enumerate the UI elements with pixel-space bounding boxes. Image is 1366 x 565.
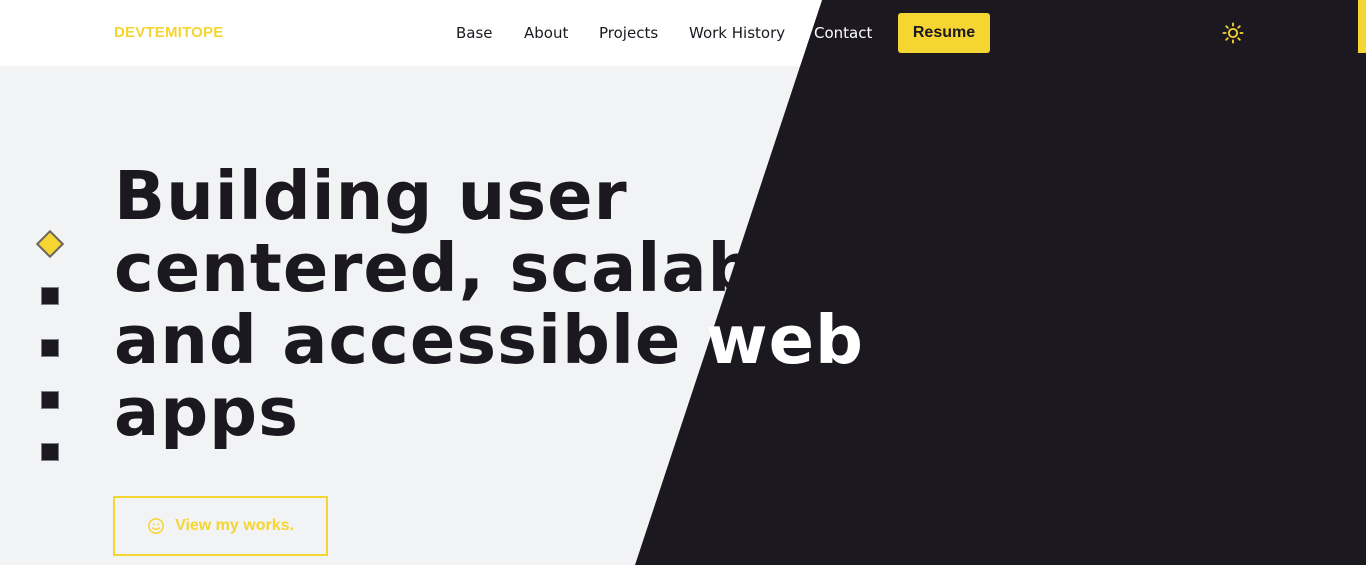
headline-line-2: centered, scalable, (114, 232, 874, 304)
headline-line-4: apps (114, 373, 300, 451)
headline-line-1: Building user (114, 157, 628, 235)
section-indicators (35, 229, 65, 470)
headline-line-3: and accessible web (114, 304, 874, 376)
view-works-label: View my works. (175, 517, 294, 534)
nav-link-contact[interactable]: Contact (814, 24, 872, 42)
smiley-icon (148, 518, 164, 534)
headline-line-3-start: and accessible (114, 301, 706, 379)
right-edge-accent (1358, 0, 1366, 53)
section-indicator[interactable] (41, 391, 59, 409)
section-indicator-active[interactable] (35, 229, 65, 259)
headline-line-2-text: centered, scalable, (114, 229, 854, 307)
hero-headline: Building user centered, scalable, and ac… (114, 160, 874, 448)
section-indicator[interactable] (41, 443, 59, 461)
section-indicator[interactable] (41, 287, 59, 305)
nav-link-projects[interactable]: Projects (599, 24, 658, 42)
view-works-button[interactable]: View my works. (113, 496, 328, 556)
headline-line-3-end: web (705, 301, 865, 379)
nav-link-about[interactable]: About (524, 24, 568, 42)
sun-icon (1222, 22, 1244, 44)
nav-link-work-history[interactable]: Work History (689, 24, 785, 42)
resume-button[interactable]: Resume (898, 13, 990, 53)
theme-toggle[interactable] (1220, 20, 1246, 46)
section-indicator[interactable] (41, 339, 59, 357)
nav-link-base[interactable]: Base (456, 24, 493, 42)
site-logo[interactable]: DEVTEMITOPE (114, 24, 223, 41)
site-header: DEVTEMITOPE Base About Projects Work His… (0, 0, 1366, 66)
